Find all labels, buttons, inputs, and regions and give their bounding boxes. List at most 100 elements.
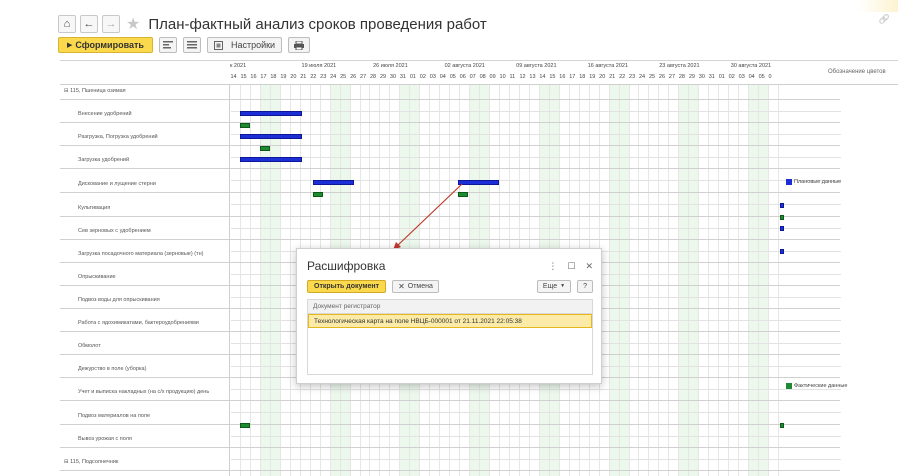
day-header: 24 — [330, 74, 337, 80]
day-header: 13 — [529, 74, 536, 80]
row-subdivider — [231, 412, 841, 413]
forward-button[interactable]: → — [102, 15, 120, 33]
row-divider — [60, 470, 840, 471]
plan-bar[interactable] — [458, 180, 499, 185]
grid-column — [699, 85, 710, 476]
close-icon[interactable]: ✕ — [585, 261, 593, 272]
column-header-document: Документ регистратор — [308, 300, 592, 314]
day-header: 18 — [579, 74, 586, 80]
grid-column — [260, 85, 271, 476]
work-row-label: Подвоз материалов на поле — [78, 413, 151, 419]
back-button[interactable]: ← — [80, 15, 98, 33]
grid-column — [769, 85, 779, 476]
plan-swatch — [786, 179, 792, 185]
print-button[interactable] — [288, 37, 311, 53]
more-button[interactable]: Еще ▼ — [536, 279, 572, 293]
group-row-label[interactable]: ⊟ 115, Пшеница озимая — [60, 88, 230, 94]
fact-bar[interactable] — [458, 192, 468, 197]
save-variant-icon — [186, 41, 197, 49]
work-row-label: Загрузка посадочного материала (зерновые… — [78, 251, 204, 257]
row-divider — [60, 192, 840, 193]
plan-bar[interactable] — [240, 111, 302, 116]
day-header: 19 — [589, 74, 596, 80]
fact-bar[interactable] — [240, 123, 250, 128]
week-header: 23 августа 2021 — [659, 63, 700, 69]
row-divider — [60, 424, 840, 425]
fact-bar[interactable] — [240, 423, 250, 428]
week-header: 09 августа 2021 — [516, 63, 557, 69]
day-header: 04 — [748, 74, 755, 80]
open-document-button[interactable]: Открыть документ — [307, 279, 387, 293]
row-subdivider — [231, 459, 841, 460]
day-header: 25 — [340, 74, 347, 80]
day-header: 01 — [718, 74, 725, 80]
link-icon[interactable]: 🔗 — [879, 14, 890, 25]
settings-button[interactable]: Настройки — [206, 37, 283, 53]
dialog-title: Расшифровка — [307, 259, 386, 273]
grid-column — [649, 85, 660, 476]
work-row-label: Дежурство в поле (уборка) — [78, 366, 147, 372]
day-header: 15 — [240, 74, 247, 80]
row-divider — [60, 99, 840, 100]
window-header: ⌂ ← → ★ План-фактный анализ сроков прове… — [58, 12, 487, 36]
home-button[interactable]: ⌂ — [58, 15, 76, 33]
group-row-label[interactable]: ⊟ 115, Подсолнечник — [60, 459, 230, 465]
generate-button-label: Сформировать — [75, 40, 144, 50]
grid-column — [609, 85, 620, 476]
table-row[interactable]: Технологическая карта на поле НВЦБ-00000… — [308, 314, 592, 328]
fact-bar[interactable] — [260, 146, 270, 151]
favorite-star-icon[interactable]: ★ — [126, 14, 140, 34]
plan-bar[interactable] — [240, 157, 302, 162]
variant-save-button[interactable] — [182, 37, 201, 53]
day-header: 14 — [539, 74, 546, 80]
settings-icon — [213, 40, 223, 50]
cancel-button[interactable]: ✕ Отмена — [392, 279, 439, 293]
grid-column — [739, 85, 750, 476]
day-header: 27 — [668, 74, 676, 80]
day-header: 06 — [459, 74, 466, 80]
variant-select-button[interactable] — [158, 37, 177, 53]
generate-button[interactable]: ▶ Сформировать — [58, 37, 153, 53]
row-divider — [60, 239, 840, 240]
fact-bar[interactable] — [313, 192, 323, 197]
day-header: 10 — [499, 74, 506, 80]
work-row-label: Учет и выписка накладных (на с/х продукц… — [78, 389, 210, 395]
more-menu-icon[interactable]: ⋮ — [548, 261, 557, 272]
help-button[interactable]: ? — [577, 279, 593, 293]
day-header: 16 — [559, 74, 566, 80]
day-header: 11 — [509, 74, 516, 80]
fact-bar[interactable] — [780, 423, 784, 428]
row-divider — [60, 400, 840, 401]
grid-column — [270, 85, 281, 476]
day-header: 03 — [429, 74, 436, 80]
day-header: 21 — [300, 74, 307, 80]
work-row-label: Работа с ядохимикатами, бактероудобрения… — [78, 320, 199, 326]
report-toolbar: ▶ Сформировать Настройки — [58, 36, 311, 54]
maximize-icon[interactable]: ☐ — [567, 261, 575, 272]
plan-bar[interactable] — [780, 203, 784, 208]
row-subdivider — [231, 111, 841, 112]
day-header: 21 — [609, 74, 616, 80]
plan-bar[interactable] — [313, 180, 354, 185]
work-row-label: Культивация — [78, 205, 111, 211]
row-subdivider — [231, 389, 841, 390]
plan-bar[interactable] — [780, 226, 784, 231]
work-row-label: Опрыскивание — [78, 274, 116, 280]
day-header: 01 — [409, 74, 416, 80]
documents-table: Документ регистратор Технологическая кар… — [307, 299, 593, 375]
row-subdivider — [231, 134, 841, 135]
row-divider — [60, 216, 840, 217]
week-header: 30 августа 2021 — [730, 63, 772, 69]
work-row-label: Разгрузка, Погрузка удобрений — [78, 134, 158, 140]
day-header: 30 — [389, 74, 397, 80]
day-header: 03 — [738, 74, 745, 80]
arrow-right-icon: → — [105, 18, 117, 30]
plan-bar[interactable] — [240, 134, 302, 139]
work-row-label: Сев зерновых с удобрением — [78, 228, 151, 234]
day-header: 17 — [569, 74, 576, 80]
work-row-label: Внесение удобрений — [78, 111, 132, 117]
day-header: 14 — [230, 74, 237, 80]
plan-bar[interactable] — [780, 249, 784, 254]
grid-column — [729, 85, 740, 476]
fact-bar[interactable] — [780, 215, 784, 220]
